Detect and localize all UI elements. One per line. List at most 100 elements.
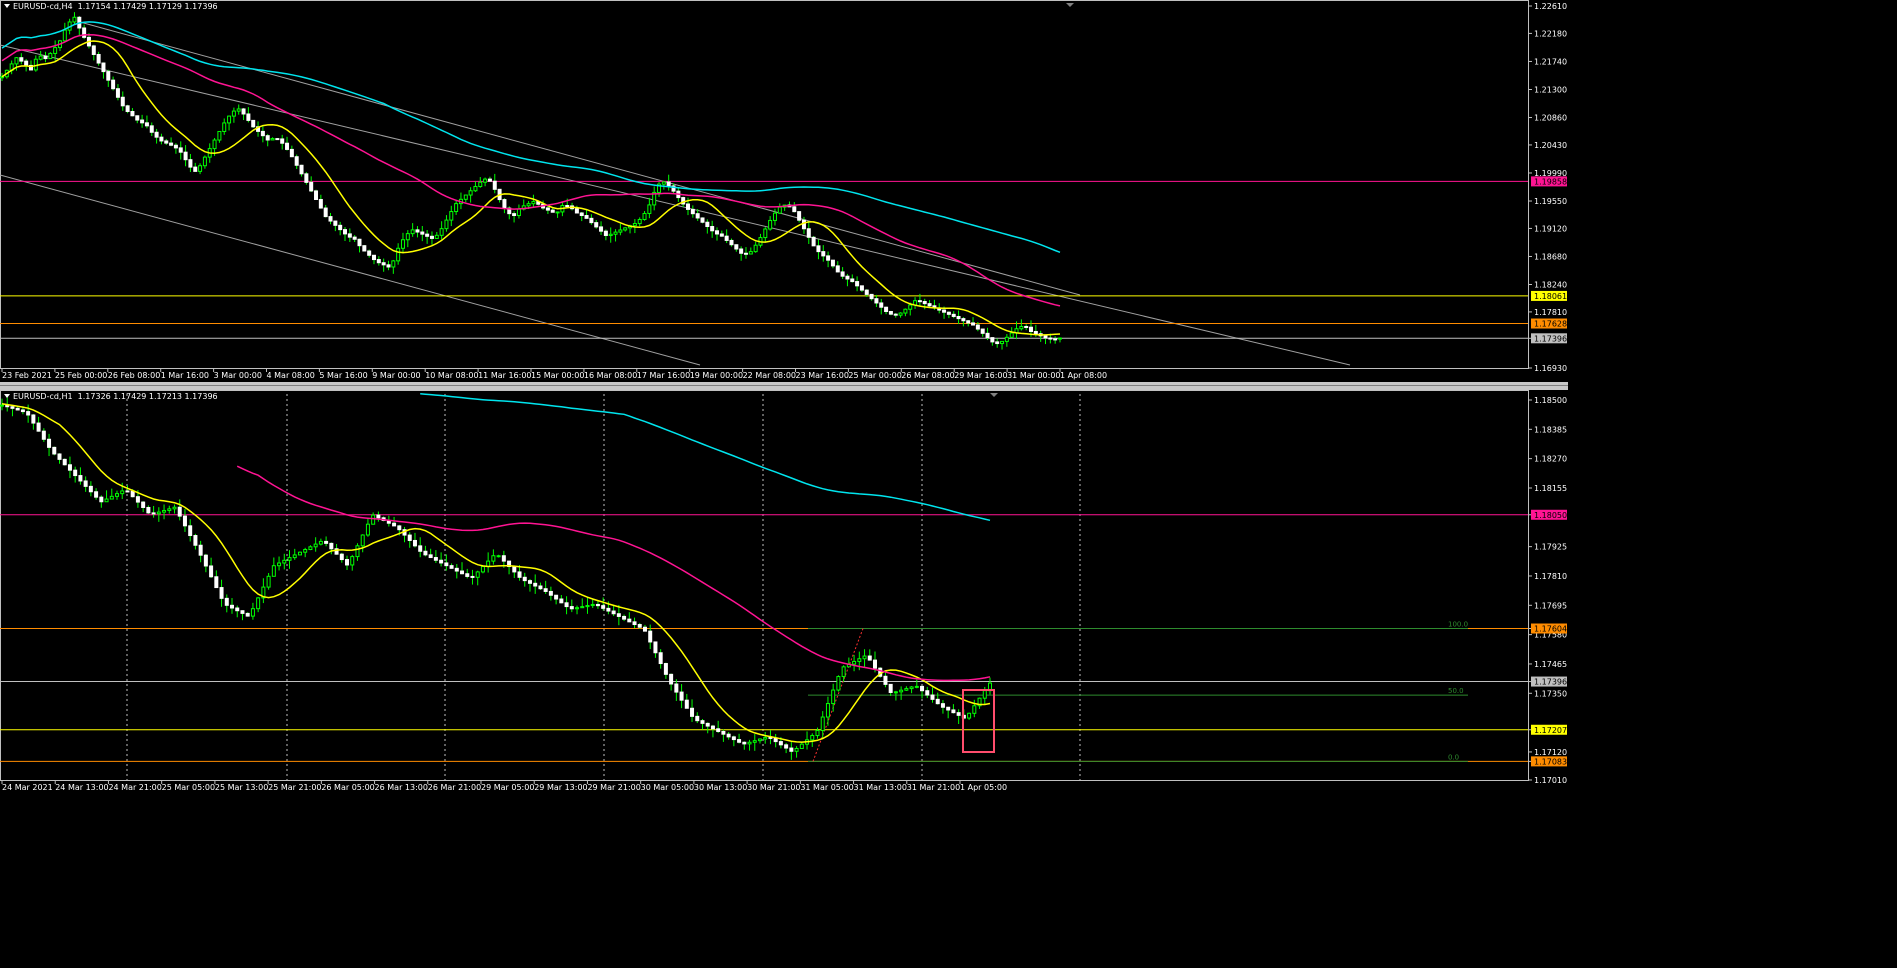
h1-chart-canvas[interactable]: 1.18500 1.18385 1.18270 1.18155 1.18050 1.179…	[0, 390, 1568, 798]
moving-average-line	[1, 33, 1061, 307]
candle-body	[721, 730, 726, 735]
candle-body	[772, 212, 777, 221]
time-tick-label: 30 Mar 21:00	[747, 783, 800, 792]
time-axis: 23 Feb 2021 25 Feb 00:00 26 Feb 08:00 1 Mar…	[1, 368, 1107, 380]
candle-body	[1024, 325, 1029, 328]
candle-body	[106, 71, 111, 81]
candle-body	[357, 238, 362, 247]
candle	[632, 617, 637, 629]
candle	[1024, 324, 1029, 331]
candle	[386, 260, 391, 271]
candle-body	[893, 691, 898, 694]
candle-body	[324, 540, 329, 544]
pane-separator[interactable]	[0, 382, 1568, 390]
candle-body	[606, 607, 611, 612]
candle	[266, 573, 271, 590]
candle	[721, 729, 726, 742]
price-tick-label: 1.18240	[1534, 281, 1567, 290]
candle	[734, 244, 739, 252]
candle-body	[512, 566, 517, 573]
candle-body	[679, 691, 684, 701]
chart-pane-h1[interactable]: 1.18500 1.18385 1.18270 1.18155 1.18050 1.179…	[0, 390, 1568, 798]
h4-symbol: EURUSD-cd,H4	[13, 2, 73, 11]
candle	[690, 205, 695, 218]
candle-body	[360, 534, 365, 547]
dropdown-triangle-icon[interactable]	[4, 394, 10, 398]
candle-body	[465, 573, 470, 577]
candle	[182, 508, 187, 532]
candle	[19, 53, 24, 65]
time-tick-label: 17 Mar 16:00	[637, 371, 690, 380]
candle-body	[522, 576, 527, 582]
candle-body	[365, 523, 370, 536]
candle	[674, 679, 679, 701]
candle	[792, 202, 797, 213]
candle	[323, 204, 328, 218]
candle	[402, 526, 407, 543]
candle	[486, 552, 491, 573]
candle	[737, 733, 742, 744]
candle-body	[83, 480, 88, 487]
candle	[883, 671, 888, 688]
candle	[831, 683, 836, 712]
candle	[623, 227, 628, 232]
time-tick-label: 11 Mar 16:00	[478, 371, 531, 380]
candle-body	[1029, 326, 1034, 332]
candle-body	[38, 55, 43, 60]
candle-body	[449, 565, 454, 569]
candle	[816, 239, 821, 260]
h4-chart-canvas[interactable]: 1.22610 1.22180 1.21740 1.21300 1.20860 1.204…	[0, 0, 1568, 382]
candle-body	[1053, 338, 1058, 341]
candle	[611, 605, 616, 617]
price-tick-label: 1.22610	[1534, 2, 1567, 11]
candle-body	[888, 311, 893, 315]
price-level-label: 1.17604	[1534, 625, 1567, 634]
candle-body	[543, 588, 548, 592]
candle-body	[146, 506, 151, 514]
candle	[52, 446, 57, 456]
trading-terminal: 1.22610 1.22180 1.21740 1.21300 1.20860 1.204…	[0, 0, 1568, 798]
candle	[141, 501, 146, 513]
candle	[815, 727, 820, 739]
price-tick-label: 1.18385	[1534, 425, 1567, 434]
candle-body	[710, 226, 715, 232]
candle	[433, 550, 438, 563]
candle-body	[995, 341, 1000, 345]
candle	[345, 555, 350, 571]
candle-body	[120, 490, 125, 495]
candle-body	[14, 57, 19, 65]
candle	[731, 735, 736, 747]
candle	[130, 108, 135, 117]
candle	[927, 300, 932, 308]
candle-body	[743, 252, 748, 255]
candle-body	[289, 148, 294, 158]
candle	[862, 649, 867, 668]
candle-body	[280, 138, 285, 144]
time-tick-label: 29 Mar 05:00	[481, 783, 534, 792]
candle-body	[719, 233, 724, 237]
candle-body	[967, 712, 972, 719]
time-tick-label: 31 Mar 05:00	[800, 783, 853, 792]
candle-body	[569, 606, 574, 610]
candle-body	[579, 212, 584, 217]
candle-body	[338, 224, 343, 231]
time-tick-label: 5 Mar 16:00	[319, 371, 367, 380]
candle-body	[159, 136, 164, 142]
dropdown-triangle-icon[interactable]	[4, 4, 10, 8]
candle	[146, 505, 151, 514]
candle	[671, 183, 676, 194]
candle	[365, 518, 370, 537]
time-tick-label: 26 Mar 13:00	[375, 783, 428, 792]
candle	[951, 704, 956, 714]
candle	[589, 214, 594, 225]
candle-body	[502, 199, 507, 209]
candle-body	[33, 58, 38, 71]
candle	[193, 162, 198, 172]
candle-body	[266, 575, 271, 588]
chart-pane-h4[interactable]: 1.22610 1.22180 1.21740 1.21300 1.20860 1.204…	[0, 0, 1568, 382]
candle-body	[299, 164, 304, 175]
price-tick-label: 1.21740	[1534, 57, 1567, 66]
candle	[418, 537, 423, 558]
candle-body	[739, 248, 744, 254]
candle	[669, 673, 674, 691]
